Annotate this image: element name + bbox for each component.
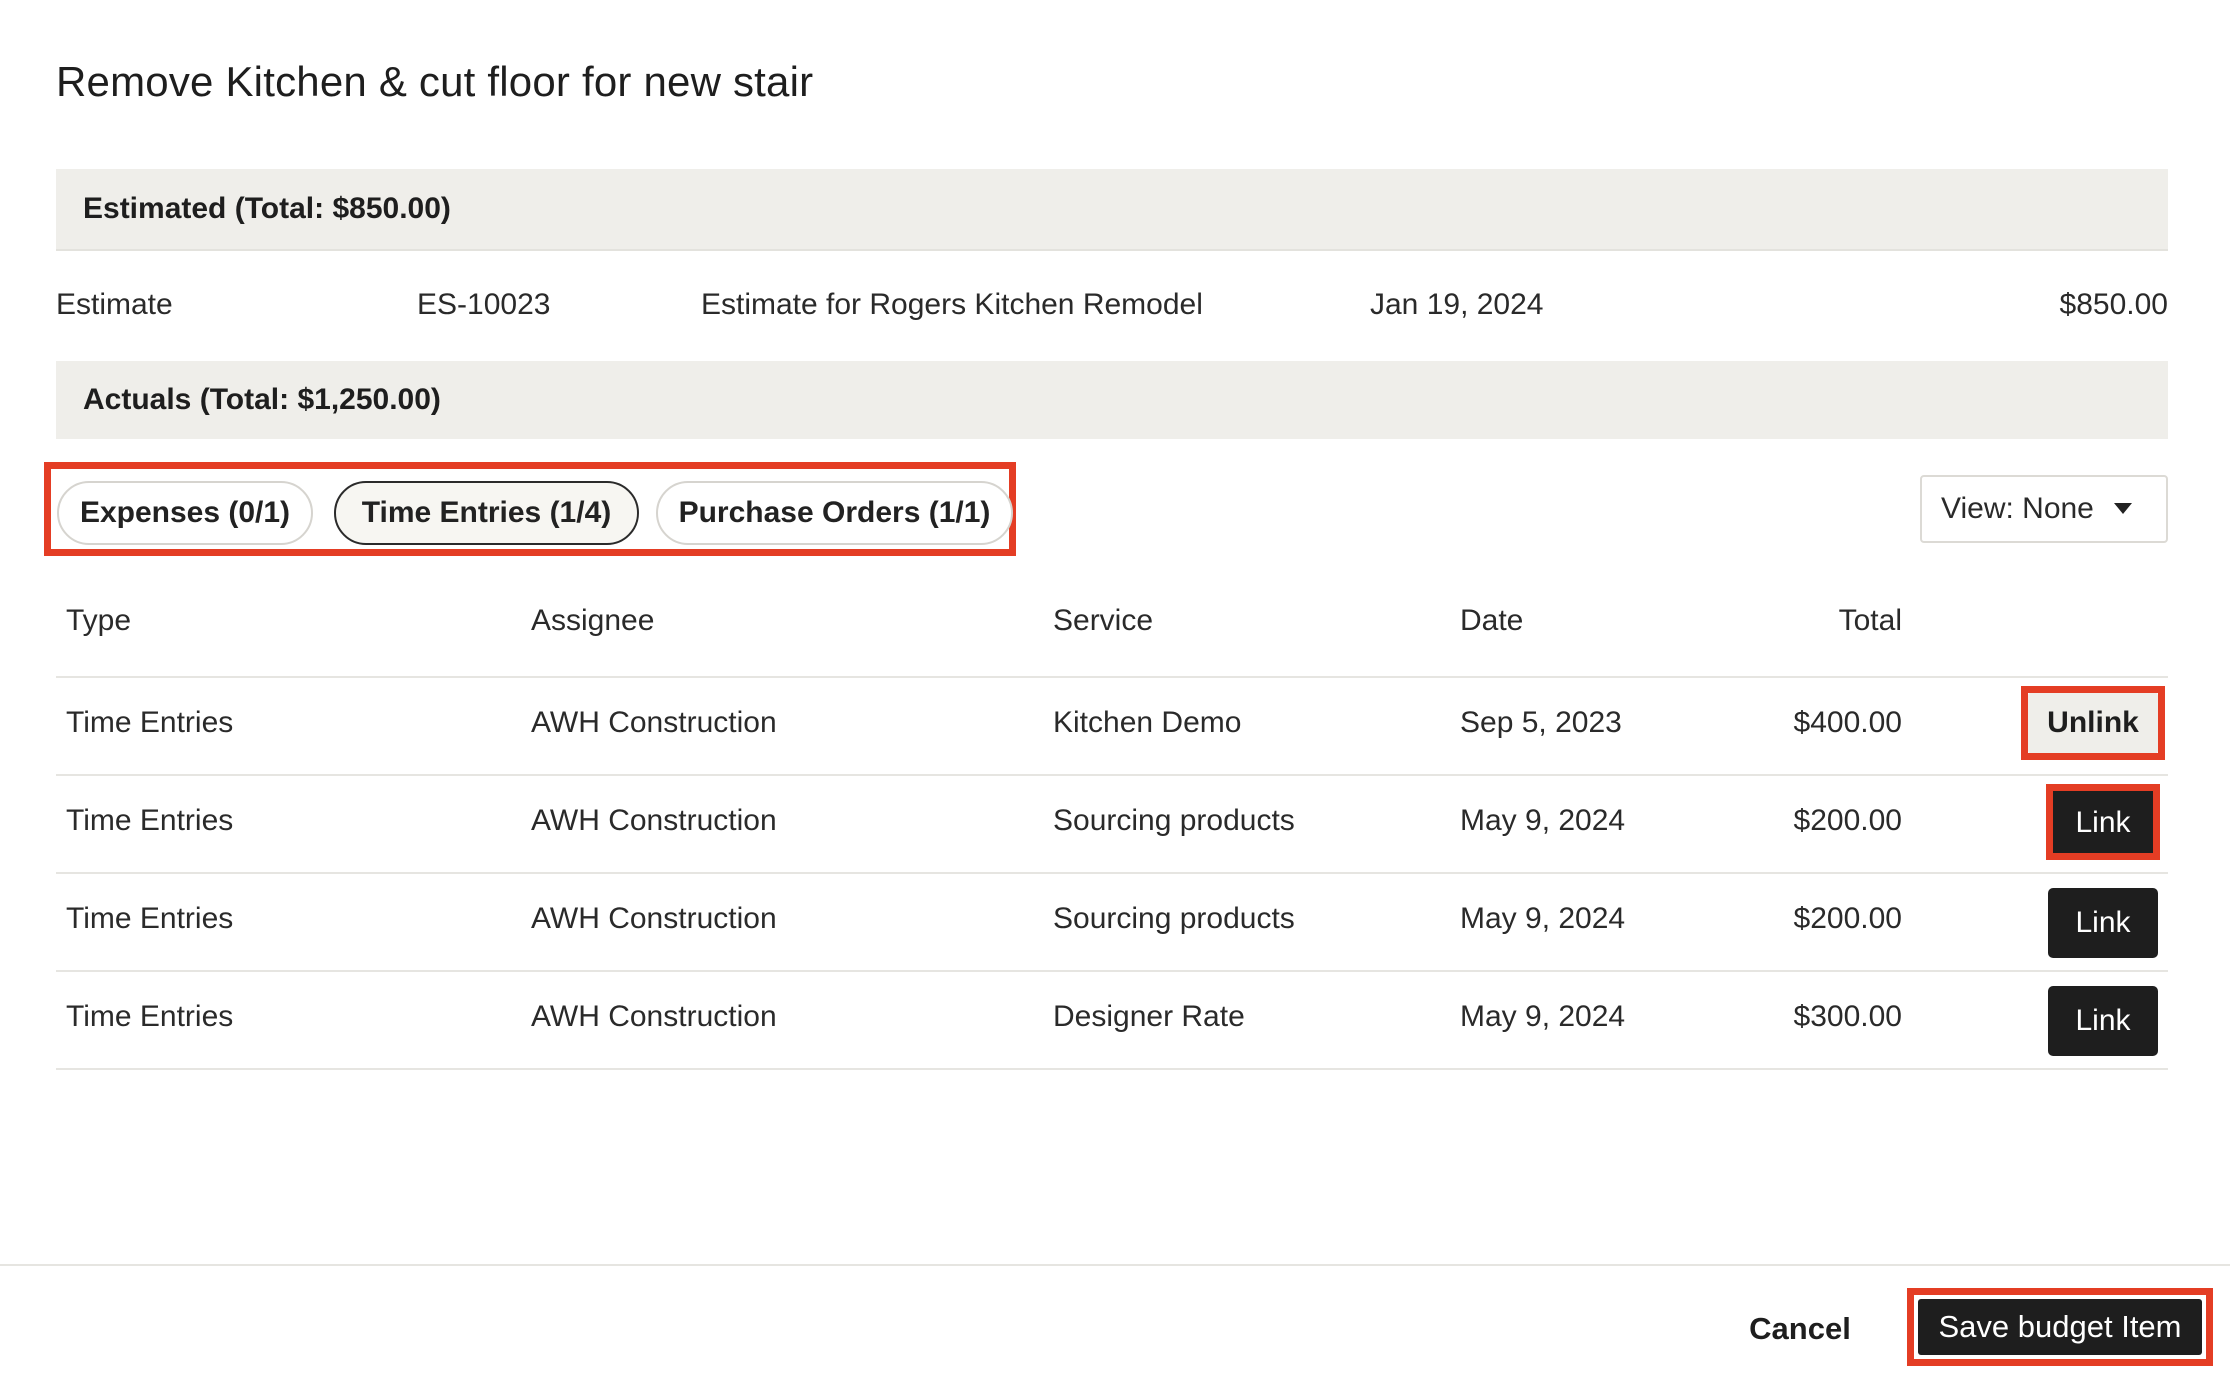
column-header-assignee: Assignee	[531, 604, 655, 637]
time-entries-table: Type Assignee Service Date Total Time En…	[56, 584, 2168, 1070]
save-button-highlight: Save budget Item	[1907, 1288, 2213, 1366]
estimated-section-header: Estimated (Total: $850.00)	[56, 169, 2168, 251]
view-select[interactable]: View: None	[1920, 475, 2168, 543]
row-total: $200.00	[1793, 902, 1902, 935]
actuals-tabs: Expenses (0/1) Time Entries (1/4) Purcha…	[44, 462, 1016, 556]
column-header-date: Date	[1460, 604, 1524, 637]
footer-divider	[0, 1264, 2230, 1266]
link-button[interactable]: Link	[2048, 888, 2158, 958]
table-row: Time Entries AWH Construction Designer R…	[56, 972, 2168, 1070]
estimate-row[interactable]: Estimate ES-10023 Estimate for Rogers Ki…	[56, 280, 2168, 330]
column-header-service: Service	[1053, 604, 1154, 637]
save-budget-item-button[interactable]: Save budget Item	[1918, 1299, 2202, 1355]
row-assignee: AWH Construction	[531, 804, 777, 837]
actuals-section-header: Actuals (Total: $1,250.00)	[56, 361, 2168, 439]
row-total: $200.00	[1793, 804, 1902, 837]
row-service: Sourcing products	[1053, 804, 1295, 837]
row-total: $300.00	[1793, 1000, 1902, 1033]
row-type: Time Entries	[66, 706, 234, 739]
table-row: Time Entries AWH Construction Sourcing p…	[56, 776, 2168, 874]
caret-down-icon	[2114, 503, 2132, 514]
row-service: Designer Rate	[1053, 1000, 1245, 1033]
row-date: May 9, 2024	[1460, 902, 1626, 935]
view-select-label: View: None	[1941, 492, 2094, 525]
row-type: Time Entries	[66, 804, 234, 837]
modal-title: Remove Kitchen & cut floor for new stair	[56, 58, 814, 105]
estimate-amount: $850.00	[2059, 288, 2168, 321]
row-service: Sourcing products	[1053, 902, 1295, 935]
column-header-total: Total	[1838, 604, 1902, 637]
estimate-date: Jan 19, 2024	[1370, 288, 1544, 321]
cancel-button[interactable]: Cancel	[1732, 1302, 1868, 1356]
row-type: Time Entries	[66, 1000, 234, 1033]
estimate-type: Estimate	[56, 288, 173, 321]
unlink-button[interactable]: Unlink	[2028, 692, 2158, 754]
row-assignee: AWH Construction	[531, 706, 777, 739]
estimate-number: ES-10023	[417, 288, 551, 321]
row-date: May 9, 2024	[1460, 804, 1626, 837]
row-date: May 9, 2024	[1460, 1000, 1626, 1033]
tab-expenses[interactable]: Expenses (0/1)	[57, 481, 313, 545]
column-header-type: Type	[66, 604, 132, 637]
link-button[interactable]: Link	[2048, 790, 2158, 856]
table-header: Type Assignee Service Date Total	[56, 584, 2168, 678]
row-service: Kitchen Demo	[1053, 706, 1242, 739]
tab-time-entries[interactable]: Time Entries (1/4)	[334, 481, 639, 545]
row-assignee: AWH Construction	[531, 1000, 777, 1033]
link-button[interactable]: Link	[2048, 986, 2158, 1056]
table-row: Time Entries AWH Construction Kitchen De…	[56, 678, 2168, 776]
row-total: $400.00	[1793, 706, 1902, 739]
table-row: Time Entries AWH Construction Sourcing p…	[56, 874, 2168, 972]
tab-purchase-orders[interactable]: Purchase Orders (1/1)	[656, 481, 1013, 545]
estimate-description: Estimate for Rogers Kitchen Remodel	[701, 288, 1203, 321]
row-type: Time Entries	[66, 902, 234, 935]
row-date: Sep 5, 2023	[1460, 706, 1622, 739]
row-assignee: AWH Construction	[531, 902, 777, 935]
